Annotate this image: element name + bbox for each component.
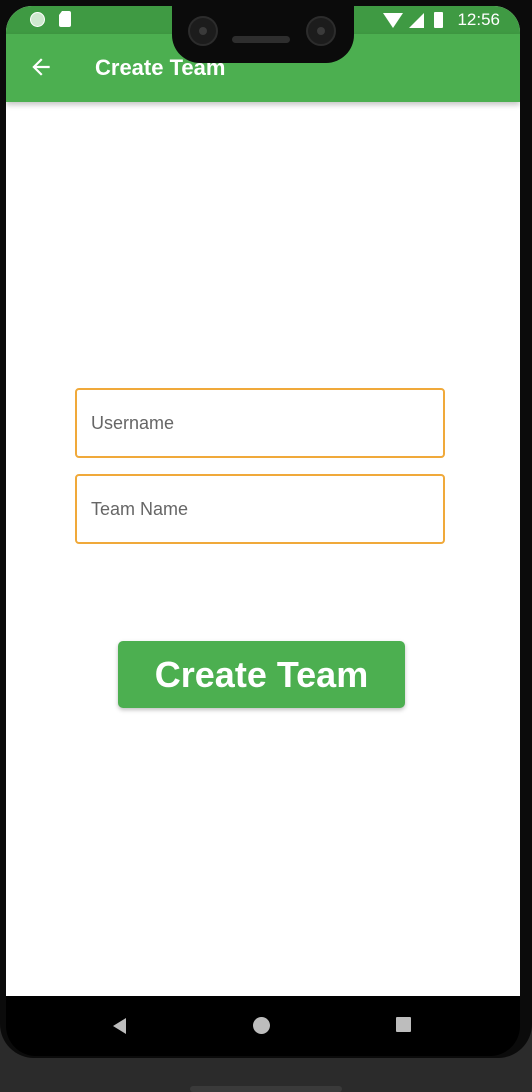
arrow-back-icon[interactable] [28,54,54,80]
system-nav-bar [6,996,520,1056]
nav-back-icon[interactable] [113,1018,126,1034]
sd-card-icon [59,11,71,27]
username-field[interactable] [75,388,445,458]
device-bottom-edge [190,1086,342,1092]
status-right: 12:56 [383,10,500,30]
create-team-button[interactable]: Create Team [118,641,405,708]
username-input[interactable] [77,390,443,456]
team-name-input[interactable] [77,476,443,542]
nav-home-icon[interactable] [253,1017,270,1034]
notification-dot-icon [30,11,45,27]
camera-notch [172,0,354,63]
battery-icon [434,12,444,28]
signal-icon [409,12,425,28]
status-time: 12:56 [457,10,500,29]
phone-frame: 12:56 Create Team Create Team [0,0,532,1058]
front-camera-icon [188,16,218,46]
earpiece-speaker [232,36,290,43]
team-name-field[interactable] [75,474,445,544]
wifi-icon [383,12,404,28]
front-camera-icon [306,16,336,46]
status-left [30,11,71,27]
screen: 12:56 Create Team Create Team [6,6,520,996]
nav-recents-icon[interactable] [396,1017,411,1032]
